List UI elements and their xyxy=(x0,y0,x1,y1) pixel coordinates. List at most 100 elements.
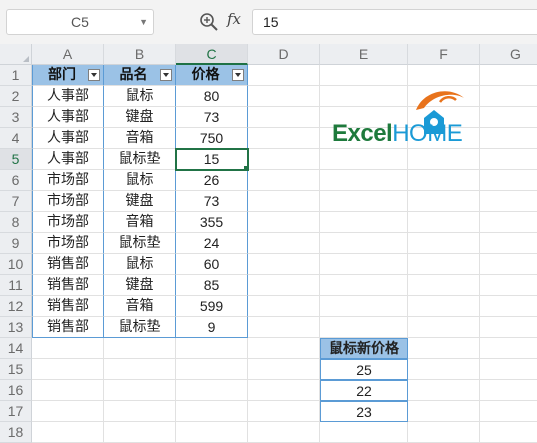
row-header-12[interactable]: 12 xyxy=(0,296,32,317)
cell-a13[interactable]: 销售部 xyxy=(32,317,104,338)
row-header-15[interactable]: 15 xyxy=(0,359,32,380)
cell-b15[interactable] xyxy=(104,359,176,380)
cell-f14[interactable] xyxy=(408,338,480,359)
filter-dropdown-icon[interactable] xyxy=(88,69,100,81)
cell-b10[interactable]: 鼠标 xyxy=(104,254,176,275)
cell-d17[interactable] xyxy=(248,401,320,422)
cell-b8[interactable]: 音箱 xyxy=(104,212,176,233)
cell-g7[interactable] xyxy=(480,191,537,212)
cell-e1[interactable] xyxy=(320,65,408,86)
cell-d6[interactable] xyxy=(248,170,320,191)
cell-a8[interactable]: 市场部 xyxy=(32,212,104,233)
cell-a11[interactable]: 销售部 xyxy=(32,275,104,296)
column-header-d[interactable]: D xyxy=(248,44,320,65)
cell-g14[interactable] xyxy=(480,338,537,359)
cell-f11[interactable] xyxy=(408,275,480,296)
cell-c3[interactable]: 73 xyxy=(176,107,248,128)
cell-g15[interactable] xyxy=(480,359,537,380)
row-header-10[interactable]: 10 xyxy=(0,254,32,275)
cell-g17[interactable] xyxy=(480,401,537,422)
cell-e10[interactable] xyxy=(320,254,408,275)
cell-e11[interactable] xyxy=(320,275,408,296)
cell-b4[interactable]: 音箱 xyxy=(104,128,176,149)
select-all-corner[interactable] xyxy=(0,44,32,65)
cell-b18[interactable] xyxy=(104,422,176,443)
cell-d7[interactable] xyxy=(248,191,320,212)
cell-e7[interactable] xyxy=(320,191,408,212)
cell-f10[interactable] xyxy=(408,254,480,275)
table-header-cell[interactable]: 品名 xyxy=(104,65,176,86)
row-header-9[interactable]: 9 xyxy=(0,233,32,254)
cell-g2[interactable] xyxy=(480,86,537,107)
column-header-c[interactable]: C xyxy=(176,44,248,65)
cell-e5[interactable] xyxy=(320,149,408,170)
cell-b13[interactable]: 鼠标垫 xyxy=(104,317,176,338)
cell-f5[interactable] xyxy=(408,149,480,170)
cell-d16[interactable] xyxy=(248,380,320,401)
cell-a15[interactable] xyxy=(32,359,104,380)
cell-a12[interactable]: 销售部 xyxy=(32,296,104,317)
cell-b3[interactable]: 键盘 xyxy=(104,107,176,128)
cell-d13[interactable] xyxy=(248,317,320,338)
cell-d14[interactable] xyxy=(248,338,320,359)
cell-g5[interactable] xyxy=(480,149,537,170)
cell-d9[interactable] xyxy=(248,233,320,254)
table-header-cell[interactable]: 价格 xyxy=(176,65,248,86)
cell-g18[interactable] xyxy=(480,422,537,443)
cell-e9[interactable] xyxy=(320,233,408,254)
cell-b6[interactable]: 鼠标 xyxy=(104,170,176,191)
cell-f12[interactable] xyxy=(408,296,480,317)
cell-c5[interactable]: 15 xyxy=(175,148,249,171)
filter-dropdown-icon[interactable] xyxy=(232,69,244,81)
formula-input[interactable]: 15 xyxy=(252,9,537,35)
cell-d4[interactable] xyxy=(248,128,320,149)
cell-d3[interactable] xyxy=(248,107,320,128)
cell-b5[interactable]: 鼠标垫 xyxy=(104,149,176,170)
cell-d12[interactable] xyxy=(248,296,320,317)
cell-c15[interactable] xyxy=(176,359,248,380)
row-header-7[interactable]: 7 xyxy=(0,191,32,212)
cell-a9[interactable]: 市场部 xyxy=(32,233,104,254)
cell-e14[interactable]: 鼠标新价格 xyxy=(320,338,408,359)
cell-e12[interactable] xyxy=(320,296,408,317)
column-header-f[interactable]: F xyxy=(408,44,480,65)
cell-c10[interactable]: 60 xyxy=(176,254,248,275)
cell-d8[interactable] xyxy=(248,212,320,233)
cell-b14[interactable] xyxy=(104,338,176,359)
cell-e18[interactable] xyxy=(320,422,408,443)
row-header-8[interactable]: 8 xyxy=(0,212,32,233)
cell-a18[interactable] xyxy=(32,422,104,443)
cell-a14[interactable] xyxy=(32,338,104,359)
cell-f1[interactable] xyxy=(408,65,480,86)
cell-c16[interactable] xyxy=(176,380,248,401)
cell-c12[interactable]: 599 xyxy=(176,296,248,317)
cell-g11[interactable] xyxy=(480,275,537,296)
row-header-13[interactable]: 13 xyxy=(0,317,32,338)
cell-c17[interactable] xyxy=(176,401,248,422)
cell-c18[interactable] xyxy=(176,422,248,443)
cell-c9[interactable]: 24 xyxy=(176,233,248,254)
zoom-icon[interactable] xyxy=(199,12,219,32)
cell-b17[interactable] xyxy=(104,401,176,422)
cell-c13[interactable]: 9 xyxy=(176,317,248,338)
cell-e16[interactable]: 22 xyxy=(320,380,408,401)
cell-c11[interactable]: 85 xyxy=(176,275,248,296)
cell-g1[interactable] xyxy=(480,65,537,86)
cell-g6[interactable] xyxy=(480,170,537,191)
cell-f6[interactable] xyxy=(408,170,480,191)
column-header-b[interactable]: B xyxy=(104,44,176,65)
name-box[interactable]: C5 ▼ xyxy=(6,9,154,35)
row-header-1[interactable]: 1 xyxy=(0,65,32,86)
cell-g9[interactable] xyxy=(480,233,537,254)
column-header-a[interactable]: A xyxy=(32,44,104,65)
cell-f16[interactable] xyxy=(408,380,480,401)
row-header-11[interactable]: 11 xyxy=(0,275,32,296)
cell-g8[interactable] xyxy=(480,212,537,233)
cell-c8[interactable]: 355 xyxy=(176,212,248,233)
column-header-g[interactable]: G xyxy=(480,44,537,65)
cell-a7[interactable]: 市场部 xyxy=(32,191,104,212)
cell-g4[interactable] xyxy=(480,128,537,149)
cell-f7[interactable] xyxy=(408,191,480,212)
cell-a16[interactable] xyxy=(32,380,104,401)
row-header-4[interactable]: 4 xyxy=(0,128,32,149)
